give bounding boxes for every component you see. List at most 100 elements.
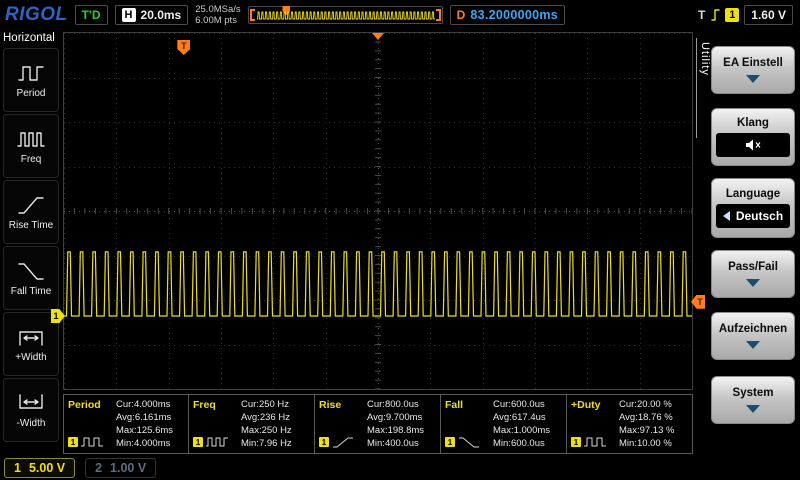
- meas-avg: Avg:617.4us: [493, 411, 562, 424]
- chevron-left-icon: [723, 211, 730, 221]
- language-setting: Deutsch: [716, 204, 790, 228]
- rigol-logo: RIGOL: [5, 4, 68, 26]
- speaker-muted-icon: [744, 138, 762, 152]
- measurement-values: Cur:800.0us Avg:9.700ms Max:198.8ms Min:…: [367, 398, 436, 450]
- meas-min: Min:10.00 %: [619, 437, 688, 450]
- rise-glyph-icon: [331, 435, 355, 449]
- horizontal-timebase-readout[interactable]: H 20.0ms: [115, 5, 189, 25]
- period-glyph-icon: [80, 435, 104, 449]
- measurement-rise[interactable]: Rise 1 Cur:800.0us Avg:9.700ms Max:198.8…: [315, 394, 441, 454]
- meas-min: Min:7.96 Hz: [241, 437, 310, 450]
- sidebar-item-freq[interactable]: Freq: [3, 114, 59, 178]
- left-menu: Horizontal Period Freq Rise Time Fall Ti…: [0, 30, 62, 455]
- menu-button-label: Language: [726, 188, 780, 200]
- fall-glyph-icon: [457, 435, 481, 449]
- chevron-down-icon: [746, 279, 760, 287]
- trigger-level-value: 1.60 V: [744, 5, 793, 25]
- trigger-label: T: [698, 8, 705, 22]
- measurement-period[interactable]: Period 1 Cur:4.000ms Avg:6.161ms Max:125…: [63, 394, 189, 454]
- channel-number: 2: [95, 461, 102, 475]
- meas-max: Max:250 Hz: [241, 424, 310, 437]
- measurement-values: Cur:250 Hz Avg:236 Hz Max:250 Hz Min:7.9…: [241, 398, 310, 450]
- measurement-freq[interactable]: Freq 1 Cur:250 Hz Avg:236 Hz Max:250 Hz …: [189, 394, 315, 454]
- menu-button-label: Klang: [737, 117, 769, 129]
- channel-2-indicator[interactable]: 2 1.00 V: [85, 458, 156, 478]
- preview-right-bracket-icon: [436, 9, 441, 21]
- measurement-values: Cur:20.00 % Avg:18.76 % Max:97.13 % Min:…: [619, 398, 688, 450]
- measurement-name: +Duty: [571, 399, 616, 411]
- right-menu: Utility EA Einstell Klang Language Deuts…: [695, 30, 800, 480]
- sidebar-item-period[interactable]: Period: [3, 48, 59, 112]
- sidebar-item-label: Rise Time: [9, 220, 53, 231]
- trigger-readout[interactable]: T 1 1.60 V: [698, 5, 793, 25]
- acquisition-readout: 25.0MSa/s 6.00M pts: [195, 4, 240, 26]
- measurement-duty[interactable]: +Duty 1 Cur:20.00 % Avg:18.76 % Max:97.1…: [567, 394, 693, 454]
- delay-readout[interactable]: D 83.2000000ms: [450, 5, 565, 25]
- channel-1-indicator[interactable]: 1 5.00 V: [4, 458, 75, 478]
- channel-scale: 5.00 V: [29, 461, 65, 475]
- left-menu-title: Horizontal: [0, 30, 62, 46]
- chevron-down-icon: [746, 405, 760, 413]
- menu-button-pass-fail[interactable]: Pass/Fail: [711, 250, 795, 298]
- meas-cur: Cur:800.0us: [367, 398, 436, 411]
- menu-button-io-setup[interactable]: EA Einstell: [711, 46, 795, 94]
- waveform-preview-strip[interactable]: [248, 6, 443, 24]
- menu-divider: [696, 38, 697, 138]
- meas-cur: Cur:600.0us: [493, 398, 562, 411]
- measurement-name: Freq: [193, 399, 238, 411]
- sidebar-item-fall-time[interactable]: Fall Time: [3, 246, 59, 310]
- menu-button-label: EA Einstell: [723, 57, 783, 69]
- meas-min: Min:4.000ms: [116, 437, 184, 450]
- channel-badge: 1: [571, 437, 581, 447]
- channel-number: 1: [14, 461, 21, 475]
- meas-avg: Avg:18.76 %: [619, 411, 688, 424]
- meas-min: Min:600.0us: [493, 437, 562, 450]
- freq-icon: [16, 127, 46, 151]
- meas-cur: Cur:250 Hz: [241, 398, 310, 411]
- measurement-source-row: 1: [319, 435, 364, 449]
- language-value: Deutsch: [736, 209, 783, 223]
- menu-button-language[interactable]: Language Deutsch: [711, 178, 795, 238]
- preview-left-bracket-icon: [250, 9, 255, 21]
- trigger-level-marker[interactable]: T: [691, 295, 705, 309]
- plus-width-icon: [16, 325, 46, 349]
- delay-label: D: [457, 8, 466, 22]
- measurement-fall[interactable]: Fall 1 Cur:600.0us Avg:617.4us Max:1.000…: [441, 394, 567, 454]
- meas-avg: Avg:9.700ms: [367, 411, 436, 424]
- measurement-label-block: Period 1: [68, 398, 113, 450]
- preview-waveform: [257, 10, 435, 21]
- ch1-waveform-trace: [64, 33, 692, 389]
- menu-button-label: Aufzeichnen: [719, 323, 787, 335]
- delay-value: 83.2000000ms: [470, 8, 558, 22]
- period-icon: [16, 61, 46, 85]
- rise-time-icon: [16, 193, 46, 217]
- screen-center-indicator-icon: [372, 33, 384, 40]
- meas-avg: Avg:236 Hz: [241, 411, 310, 424]
- trigger-source-badge: 1: [725, 8, 739, 22]
- sidebar-item-rise-time[interactable]: Rise Time: [3, 180, 59, 244]
- measurement-source-row: 1: [193, 435, 238, 449]
- sidebar-item-label: +Width: [15, 352, 46, 363]
- chevron-down-icon: [746, 75, 760, 83]
- sidebar-item-plus-width[interactable]: +Width: [3, 312, 59, 376]
- menu-button-system[interactable]: System: [711, 376, 795, 424]
- ch1-ground-marker[interactable]: 1: [51, 309, 65, 323]
- measurement-label-block: Fall 1: [445, 398, 490, 450]
- top-bar: RIGOL T'D H 20.0ms 25.0MSa/s 6.00M pts D…: [0, 0, 800, 30]
- menu-button-sound[interactable]: Klang: [711, 108, 795, 166]
- measurement-name: Rise: [319, 399, 364, 411]
- trigger-status-badge: T'D: [75, 5, 108, 25]
- menu-button-record[interactable]: Aufzeichnen: [711, 312, 795, 360]
- menu-button-label: System: [733, 387, 774, 399]
- bottom-bar: 1 5.00 V 2 1.00 V: [0, 455, 800, 480]
- sidebar-item-minus-width[interactable]: -Width: [3, 378, 59, 442]
- measurement-label-block: Rise 1: [319, 398, 364, 450]
- channel-badge: 1: [445, 437, 455, 447]
- measurement-source-row: 1: [68, 435, 113, 449]
- oscilloscope-screen: RIGOL T'D H 20.0ms 25.0MSa/s 6.00M pts D…: [0, 0, 800, 480]
- menu-button-label: Pass/Fail: [728, 261, 778, 273]
- channel-scale: 1.00 V: [110, 461, 146, 475]
- sidebar-item-label: -Width: [17, 418, 46, 429]
- duty-glyph-icon: [583, 435, 607, 449]
- channel-badge: 1: [193, 437, 203, 447]
